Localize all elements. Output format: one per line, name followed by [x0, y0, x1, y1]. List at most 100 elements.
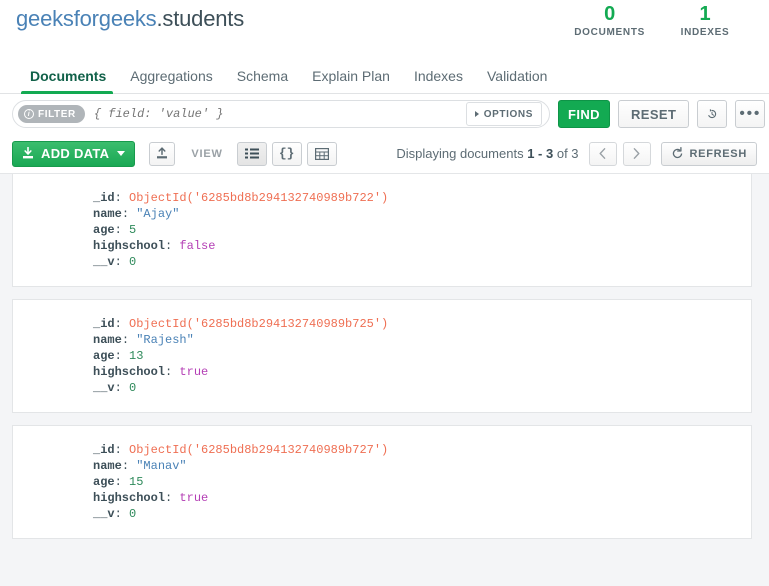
- document-field: name: "Rajesh": [93, 332, 751, 348]
- filter-badge[interactable]: i FILTER: [18, 105, 85, 123]
- document-field: __v: 0: [93, 254, 751, 270]
- stat-indexes: 1 INDEXES: [679, 2, 731, 40]
- collection-stats: 0 DOCUMENTS 1 INDEXES: [574, 0, 753, 40]
- field-colon: :: [115, 443, 129, 457]
- field-colon: :: [115, 317, 129, 331]
- document-field: name: "Ajay": [93, 206, 751, 222]
- field-value: ObjectId('6285bd8b294132740989b727'): [129, 443, 388, 457]
- options-label: OPTIONS: [484, 109, 533, 120]
- tab-documents[interactable]: Documents: [16, 68, 118, 93]
- refresh-icon: [671, 147, 684, 160]
- field-colon: :: [122, 207, 136, 221]
- options-button[interactable]: OPTIONS: [466, 102, 542, 126]
- chevron-left-icon: [599, 148, 606, 159]
- tab-indexes[interactable]: Indexes: [402, 68, 475, 93]
- document-field: name: "Manav": [93, 458, 751, 474]
- indexes-count: 1: [679, 2, 731, 26]
- field-colon: :: [122, 459, 136, 473]
- document-field: _id: ObjectId('6285bd8b294132740989b727'…: [93, 442, 751, 458]
- documents-label: DOCUMENTS: [574, 26, 645, 40]
- document-list[interactable]: _id: ObjectId('6285bd8b294132740989b722'…: [0, 174, 769, 586]
- field-value: true: [179, 491, 208, 505]
- next-page-button[interactable]: [623, 142, 651, 166]
- field-colon: :: [165, 239, 179, 253]
- export-button[interactable]: [149, 142, 175, 166]
- namespace-title: geeksforgeeks.students: [16, 0, 244, 30]
- database-name: geeksforgeeks: [16, 6, 157, 31]
- collection-tabs: Documents Aggregations Schema Explain Pl…: [0, 56, 769, 94]
- filter-field-wrapper: i FILTER OPTIONS: [12, 100, 550, 128]
- find-button[interactable]: FIND: [558, 100, 610, 128]
- field-key: highschool: [93, 365, 165, 379]
- field-key: __v: [93, 507, 115, 521]
- indexes-label: INDEXES: [679, 26, 731, 40]
- field-value: "Manav": [136, 459, 186, 473]
- document-field: highschool: true: [93, 364, 751, 380]
- collection-header: geeksforgeeks.students 0 DOCUMENTS 1 IND…: [0, 0, 769, 56]
- tab-explain-plan[interactable]: Explain Plan: [300, 68, 402, 93]
- field-key: name: [93, 459, 122, 473]
- collection-name: students: [162, 6, 244, 31]
- field-key: __v: [93, 255, 115, 269]
- chevron-down-icon: [117, 151, 125, 156]
- query-bar: i FILTER OPTIONS FIND RESET •••: [0, 94, 769, 134]
- field-colon: :: [115, 255, 129, 269]
- document-field: __v: 0: [93, 380, 751, 396]
- pagination-prefix: Displaying documents: [396, 146, 523, 161]
- view-label: VIEW: [191, 148, 222, 160]
- list-icon: [245, 148, 259, 159]
- refresh-button[interactable]: REFRESH: [661, 142, 757, 166]
- view-mode-table[interactable]: [307, 142, 337, 166]
- add-data-label: ADD DATA: [41, 146, 109, 161]
- query-history-button[interactable]: [697, 100, 727, 128]
- download-icon: [22, 147, 34, 160]
- document-field: age: 13: [93, 348, 751, 364]
- tab-schema[interactable]: Schema: [225, 68, 300, 93]
- field-colon: :: [115, 223, 129, 237]
- query-more-button[interactable]: •••: [735, 100, 765, 128]
- document-field: __v: 0: [93, 506, 751, 522]
- add-data-button[interactable]: ADD DATA: [12, 141, 135, 167]
- field-value: 5: [129, 223, 136, 237]
- tab-aggregations[interactable]: Aggregations: [118, 68, 225, 93]
- field-value: "Ajay": [136, 207, 179, 221]
- stat-documents: 0 DOCUMENTS: [574, 2, 645, 40]
- document-field: age: 15: [93, 474, 751, 490]
- refresh-label: REFRESH: [690, 148, 747, 160]
- reset-button[interactable]: RESET: [618, 100, 689, 128]
- field-value: "Rajesh": [136, 333, 194, 347]
- prev-page-button[interactable]: [589, 142, 617, 166]
- field-key: age: [93, 349, 115, 363]
- field-key: _id: [93, 317, 115, 331]
- filter-input[interactable]: [85, 106, 466, 122]
- document-field: highschool: false: [93, 238, 751, 254]
- pagination-range: 1 - 3: [527, 146, 553, 161]
- field-colon: :: [115, 349, 129, 363]
- pagination: Displaying documents 1 - 3 of 3 REFR: [396, 142, 757, 166]
- field-value: 15: [129, 475, 143, 489]
- pagination-status: Displaying documents 1 - 3 of 3: [396, 146, 578, 161]
- field-colon: :: [115, 475, 129, 489]
- field-key: __v: [93, 381, 115, 395]
- tab-validation[interactable]: Validation: [475, 68, 559, 93]
- ellipsis-icon: •••: [739, 109, 761, 119]
- field-value: ObjectId('6285bd8b294132740989b722'): [129, 191, 388, 205]
- field-key: age: [93, 475, 115, 489]
- document-field: _id: ObjectId('6285bd8b294132740989b725'…: [93, 316, 751, 332]
- chevron-right-icon: [633, 148, 640, 159]
- field-key: highschool: [93, 239, 165, 253]
- field-colon: :: [115, 191, 129, 205]
- document-card[interactable]: _id: ObjectId('6285bd8b294132740989b727'…: [12, 425, 752, 539]
- filter-badge-label: FILTER: [38, 109, 76, 120]
- document-card[interactable]: _id: ObjectId('6285bd8b294132740989b725'…: [12, 299, 752, 413]
- field-value: true: [179, 365, 208, 379]
- braces-icon: {}: [279, 146, 295, 161]
- view-mode-list[interactable]: [237, 142, 267, 166]
- field-key: name: [93, 207, 122, 221]
- field-value: 0: [129, 507, 136, 521]
- chevron-right-icon: [475, 111, 479, 117]
- document-field: highschool: true: [93, 490, 751, 506]
- field-key: age: [93, 223, 115, 237]
- view-mode-json[interactable]: {}: [272, 142, 302, 166]
- document-card[interactable]: _id: ObjectId('6285bd8b294132740989b722'…: [12, 174, 752, 287]
